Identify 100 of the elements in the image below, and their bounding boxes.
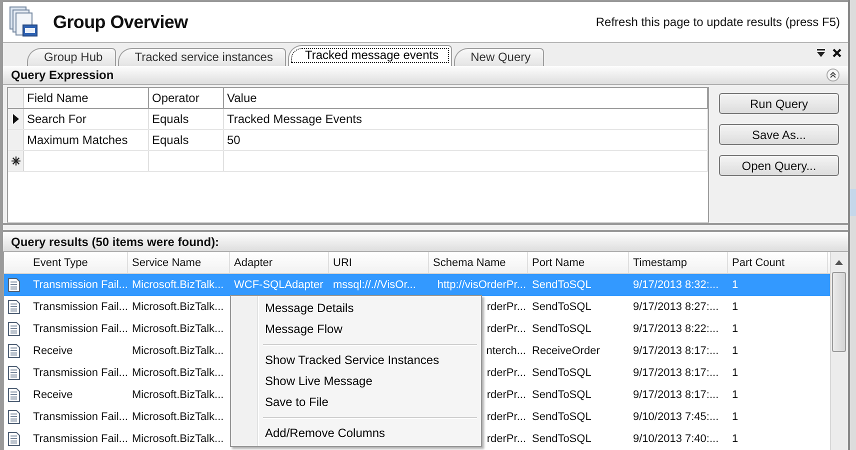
table-cell: SendToSQL	[532, 411, 592, 423]
table-cell: Microsoft.BizTalk...	[132, 279, 224, 291]
table-cell: 1	[732, 433, 738, 445]
table-cell: 9/17/2013 8:17:...	[633, 345, 719, 357]
table-cell: Microsoft.BizTalk...	[132, 301, 224, 313]
column-header[interactable]: Service Name	[128, 252, 230, 273]
app-icon	[9, 6, 39, 38]
table-cell[interactable]: Equals	[149, 130, 224, 150]
document-icon	[8, 410, 20, 424]
section-title: Query Expression	[11, 68, 114, 82]
table-cell: 9/10/2013 7:40:...	[633, 433, 719, 445]
action-button[interactable]: Open Query...	[719, 155, 839, 176]
table-cell: rderPr...	[486, 389, 526, 401]
table-cell: 9/17/2013 8:27:...	[633, 301, 719, 313]
column-header[interactable]: Schema Name	[429, 252, 528, 273]
column-header[interactable]: Port Name	[528, 252, 629, 273]
table-cell: 1	[732, 323, 738, 335]
table-cell[interactable]: Equals	[149, 109, 224, 130]
table-cell: Transmission Fail...	[33, 367, 128, 379]
table-cell: Microsoft.BizTalk...	[132, 389, 224, 401]
table-cell: rderPr...	[486, 411, 526, 423]
table-cell: rderPr...	[486, 433, 526, 445]
action-button[interactable]: Save As...	[719, 124, 839, 146]
grid-row[interactable]: Maximum Matches Equals 50	[8, 130, 708, 152]
document-icon	[8, 278, 20, 292]
document-icon	[8, 344, 20, 358]
new-row-icon	[10, 156, 20, 166]
section-title: Query results (50 items were found):	[11, 234, 220, 249]
menu-item[interactable]: Save to File	[233, 392, 479, 413]
table-cell: 1	[732, 279, 738, 291]
table-cell: 1	[732, 411, 738, 423]
row-header[interactable]	[8, 109, 24, 130]
table-cell[interactable]: Maximum Matches	[24, 130, 149, 150]
column-header[interactable]: Event Type	[29, 252, 128, 273]
table-cell: rderPr...	[486, 301, 526, 313]
menu-item[interactable]: Show Tracked Service Instances	[233, 350, 479, 371]
menu-item[interactable]: Message Details	[233, 298, 479, 319]
table-cell[interactable]: Tracked Message Events	[224, 109, 708, 130]
document-icon	[8, 322, 20, 336]
table-cell: Transmission Fail...	[33, 279, 128, 291]
column-header[interactable]: Part Count	[728, 252, 828, 273]
document-icon	[8, 432, 20, 446]
scrollbar[interactable]	[830, 252, 848, 450]
table-cell: ReceiveOrder	[532, 345, 600, 357]
tab[interactable]: New Query	[454, 48, 544, 66]
table-cell: 9/10/2013 7:45:...	[633, 411, 719, 423]
tab[interactable]: Tracked message events	[288, 44, 452, 66]
corner-cell	[8, 88, 24, 108]
table-cell: mssql://.//VisOr...	[333, 279, 416, 291]
table-cell[interactable]: Search For	[24, 109, 149, 130]
menu-item[interactable]: Show Live Message	[233, 371, 479, 392]
table-cell: Transmission Fail...	[33, 411, 128, 423]
table-cell: 1	[732, 389, 738, 401]
menu-item[interactable]: Add/Remove Columns	[233, 423, 479, 444]
table-cell: WCF-SQLAdapter	[234, 279, 324, 291]
document-icon	[8, 388, 20, 402]
table-cell: SendToSQL	[532, 367, 592, 379]
column-header[interactable]: Timestamp	[629, 252, 728, 273]
table-cell: rderPr...	[486, 323, 526, 335]
table-cell: Receive	[33, 389, 73, 401]
tab[interactable]: Tracked service instances	[118, 48, 286, 66]
table-cell: SendToSQL	[532, 301, 592, 313]
table-cell: 9/17/2013 8:17:...	[633, 367, 719, 379]
column-header[interactable]: Adapter	[230, 252, 329, 273]
table-cell: 9/17/2013 8:17:...	[633, 389, 719, 401]
table-cell: Microsoft.BizTalk...	[132, 345, 224, 357]
column-header[interactable]: Value	[224, 88, 708, 108]
column-header[interactable]: Operator	[149, 88, 224, 108]
table-cell: SendToSQL	[532, 279, 592, 291]
tab[interactable]: Group Hub	[27, 48, 116, 66]
collapse-icon[interactable]	[826, 68, 840, 82]
column-header[interactable]: URI	[329, 252, 429, 273]
table-cell: 9/17/2013 8:32:...	[633, 279, 719, 291]
table-cell: Transmission Fail...	[33, 433, 128, 445]
scroll-up-icon[interactable]	[835, 260, 843, 265]
table-cell: nterch...	[486, 345, 526, 357]
column-header[interactable]: Field Name	[24, 88, 149, 108]
window-title: Group Overview	[53, 12, 188, 33]
table-cell: 1	[732, 345, 738, 357]
scroll-thumb[interactable]	[832, 272, 846, 352]
close-icon[interactable]	[832, 48, 842, 58]
menu-item[interactable]: Message Flow	[233, 319, 479, 340]
document-icon	[8, 366, 20, 380]
action-button[interactable]: Run Query	[719, 93, 839, 114]
table-cell: Receive	[33, 345, 73, 357]
table-cell: SendToSQL	[532, 389, 592, 401]
table-cell: SendToSQL	[532, 433, 592, 445]
refresh-hint: Refresh this page to update results (press F5)	[596, 15, 840, 30]
table-cell: Microsoft.BizTalk...	[132, 433, 224, 445]
table-cell: Transmission Fail...	[33, 323, 128, 335]
table-cell[interactable]: 50	[224, 130, 708, 150]
row-header[interactable]	[8, 151, 24, 172]
dropdown-icon[interactable]	[816, 48, 826, 58]
table-cell: SendToSQL	[532, 323, 592, 335]
table-cell: Transmission Fail...	[33, 301, 128, 313]
table-cell: 1	[732, 301, 738, 313]
document-icon	[8, 300, 20, 314]
grid-row[interactable]: Search For Equals Tracked Message Events	[8, 109, 708, 130]
table-cell: Microsoft.BizTalk...	[132, 411, 224, 423]
table-cell: http://visOrderPr...	[437, 279, 526, 291]
